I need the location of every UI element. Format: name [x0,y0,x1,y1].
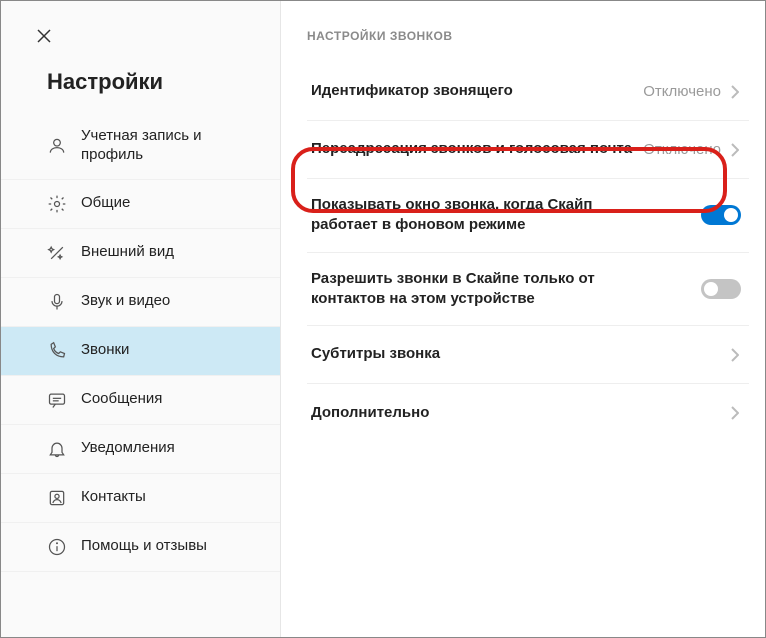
row-label: Субтитры звонка [311,344,440,364]
row-right [701,205,741,225]
row-label: Показывать окно звонка, когда Скайп рабо… [311,195,651,236]
settings-window: Настройки Учетная запись и профиль Общие… [0,0,766,638]
close-icon [36,28,52,44]
sidebar-item-label: Контакты [81,488,146,507]
sidebar-item-label: Звонки [81,341,129,360]
row-right [731,406,741,420]
row-right [701,279,741,299]
wand-icon [47,243,67,263]
chevron-right-icon [731,85,741,99]
gear-icon [47,194,67,214]
row-contacts-only: Разрешить звонки в Скайпе только от конт… [307,253,749,327]
sidebar-item-audio-video[interactable]: Звук и видео [1,278,280,327]
row-caller-id[interactable]: Идентификатор звонящего Отключено [307,63,749,121]
sidebar-title: Настройки [1,63,280,113]
row-label: Идентификатор звонящего [311,81,513,101]
row-value: Отключено [643,83,721,100]
bell-icon [47,439,67,459]
sidebar-item-label: Сообщения [81,390,162,409]
sidebar: Настройки Учетная запись и профиль Общие… [1,1,281,637]
content-panel: НАСТРОЙКИ ЗВОНКОВ Идентификатор звонящег… [281,1,765,637]
toggle-show-call-window[interactable] [701,205,741,225]
contacts-icon [47,488,67,508]
microphone-icon [47,292,67,312]
row-right: Отключено [643,83,741,100]
sidebar-item-appearance[interactable]: Внешний вид [1,229,280,278]
chevron-right-icon [731,348,741,362]
sidebar-item-label: Уведомления [81,439,175,458]
sidebar-item-label: Внешний вид [81,243,174,262]
sidebar-item-calls[interactable]: Звонки [1,327,280,376]
sidebar-item-messaging[interactable]: Сообщения [1,376,280,425]
sidebar-item-notifications[interactable]: Уведомления [1,425,280,474]
row-advanced[interactable]: Дополнительно [307,384,749,442]
row-right [731,348,741,362]
phone-icon [47,341,67,361]
row-call-forwarding[interactable]: Переадресация звонков и голосовая почта … [307,121,749,179]
person-icon [47,136,67,156]
chevron-right-icon [731,143,741,157]
sidebar-item-label: Помощь и отзывы [81,537,207,556]
row-subtitles[interactable]: Субтитры звонка [307,326,749,384]
sidebar-item-help[interactable]: Помощь и отзывы [1,523,280,572]
row-show-call-window: Показывать окно звонка, когда Скайп рабо… [307,179,749,253]
info-icon [47,537,67,557]
row-label: Дополнительно [311,403,429,423]
toggle-contacts-only[interactable] [701,279,741,299]
section-header: НАСТРОЙКИ ЗВОНКОВ [307,29,749,43]
row-label: Переадресация звонков и голосовая почта [311,139,632,159]
sidebar-item-account[interactable]: Учетная запись и профиль [1,113,280,180]
sidebar-item-contacts[interactable]: Контакты [1,474,280,523]
row-value: Отключено [643,141,721,158]
sidebar-item-label: Учетная запись и профиль [81,127,262,165]
close-button[interactable] [29,21,59,51]
row-right: Отключено [643,141,741,158]
chat-icon [47,390,67,410]
sidebar-item-label: Общие [81,194,130,213]
row-label: Разрешить звонки в Скайпе только от конт… [311,269,651,310]
sidebar-item-label: Звук и видео [81,292,170,311]
sidebar-item-general[interactable]: Общие [1,180,280,229]
chevron-right-icon [731,406,741,420]
